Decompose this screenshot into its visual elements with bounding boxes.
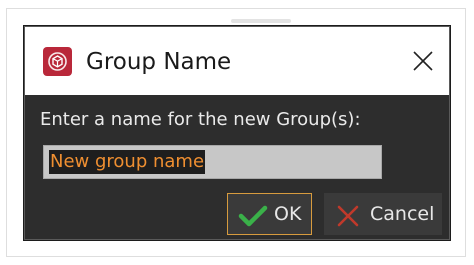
- cancel-button-label: Cancel: [370, 203, 435, 225]
- close-button[interactable]: [403, 41, 443, 81]
- prompt-label: Enter a name for the new Group(s):: [40, 109, 361, 130]
- dialog-title: Group Name: [86, 49, 232, 75]
- x-icon: [335, 202, 361, 242]
- close-icon: [413, 51, 433, 71]
- ok-button[interactable]: OK: [227, 193, 312, 235]
- background-window-fragment: [231, 19, 291, 23]
- ok-button-label: OK: [274, 203, 302, 225]
- cancel-button[interactable]: Cancel: [324, 193, 442, 235]
- dialog-body: Enter a name for the new Group(s): New g…: [25, 95, 449, 239]
- group-name-dialog: Group Name Enter a name for the new Grou…: [24, 26, 450, 240]
- group-name-input[interactable]: New group name: [43, 145, 382, 179]
- dialog-titlebar: Group Name: [25, 27, 449, 95]
- checkmark-icon: [238, 202, 268, 242]
- app-logo-icon: [43, 47, 72, 76]
- group-name-input-value[interactable]: New group name: [49, 150, 206, 174]
